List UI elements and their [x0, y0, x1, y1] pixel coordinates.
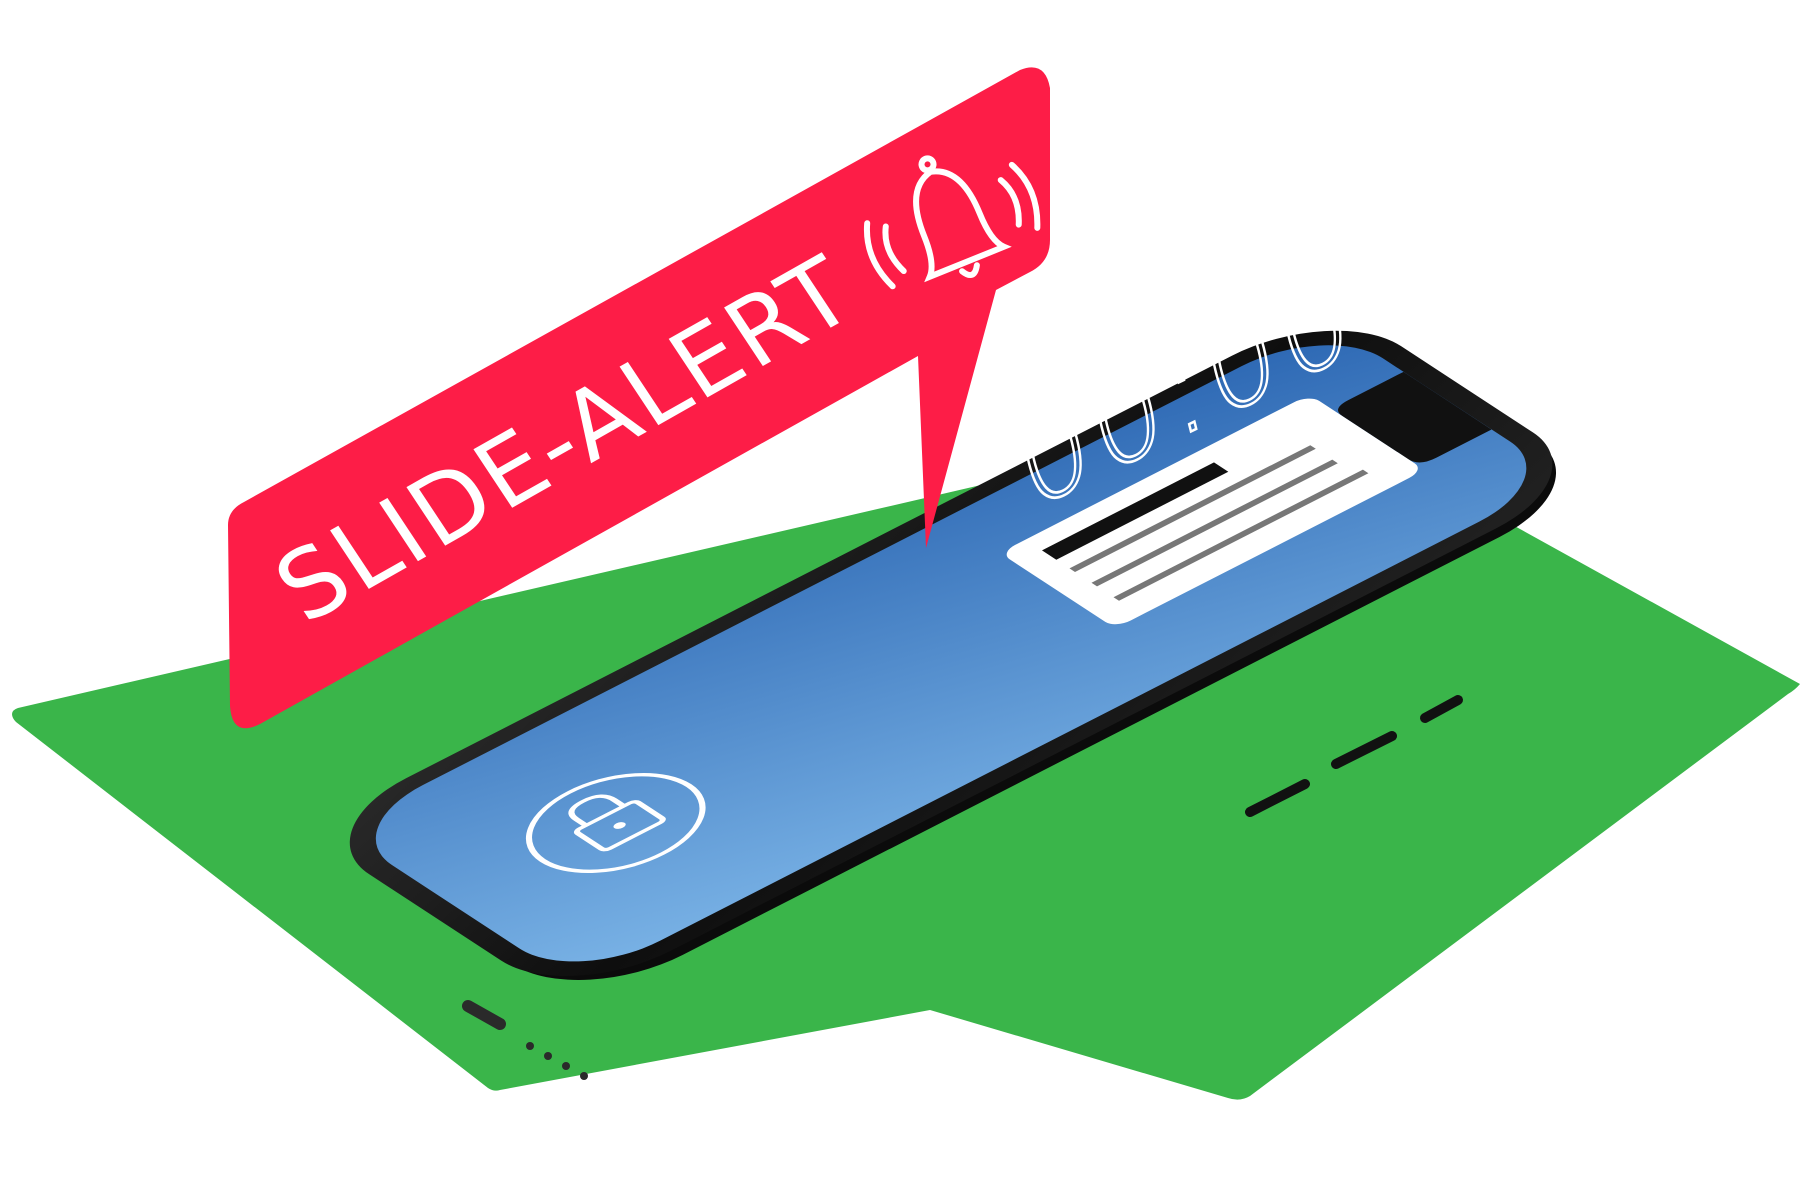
illustration: 00:00 SLIDE-ALERT: [12, 67, 1800, 1100]
